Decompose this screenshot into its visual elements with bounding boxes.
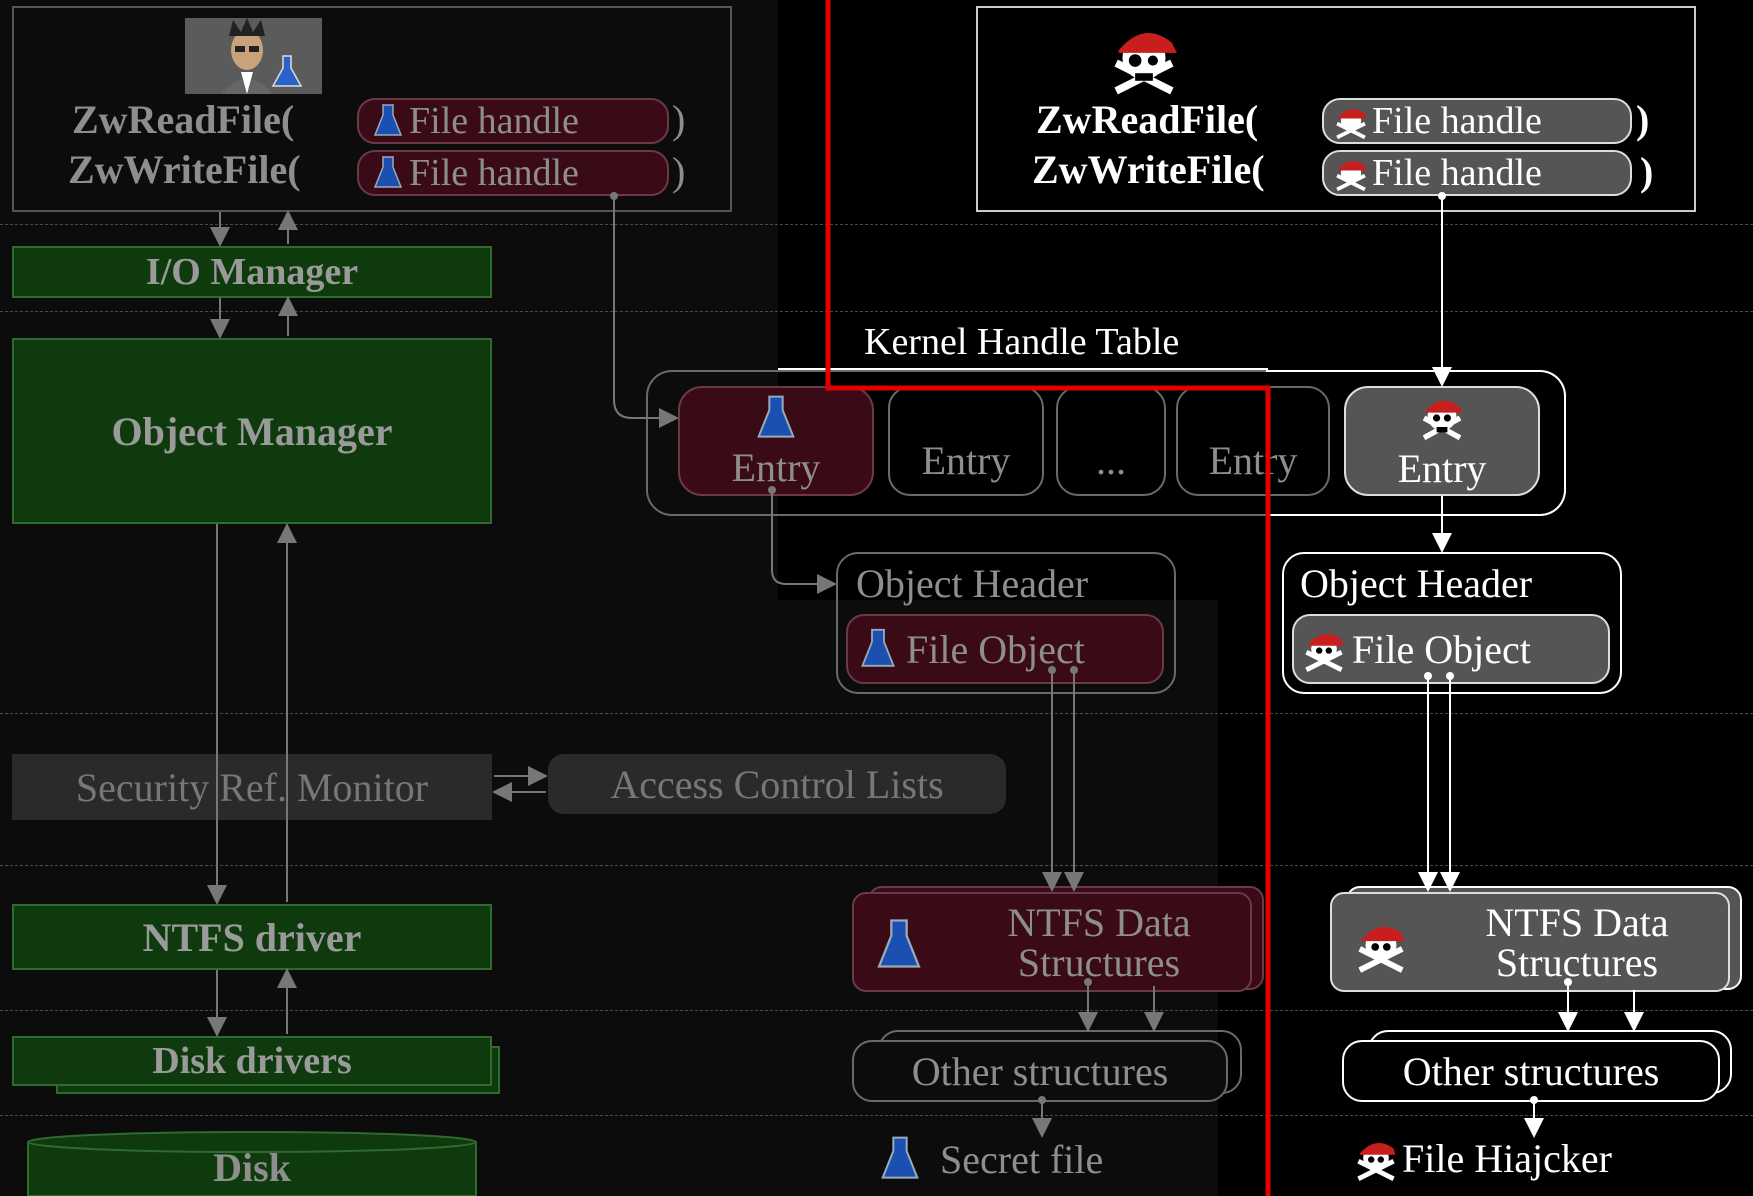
connector-lines	[207, 0, 1644, 1196]
security-boundary-line	[825, 0, 1271, 1196]
